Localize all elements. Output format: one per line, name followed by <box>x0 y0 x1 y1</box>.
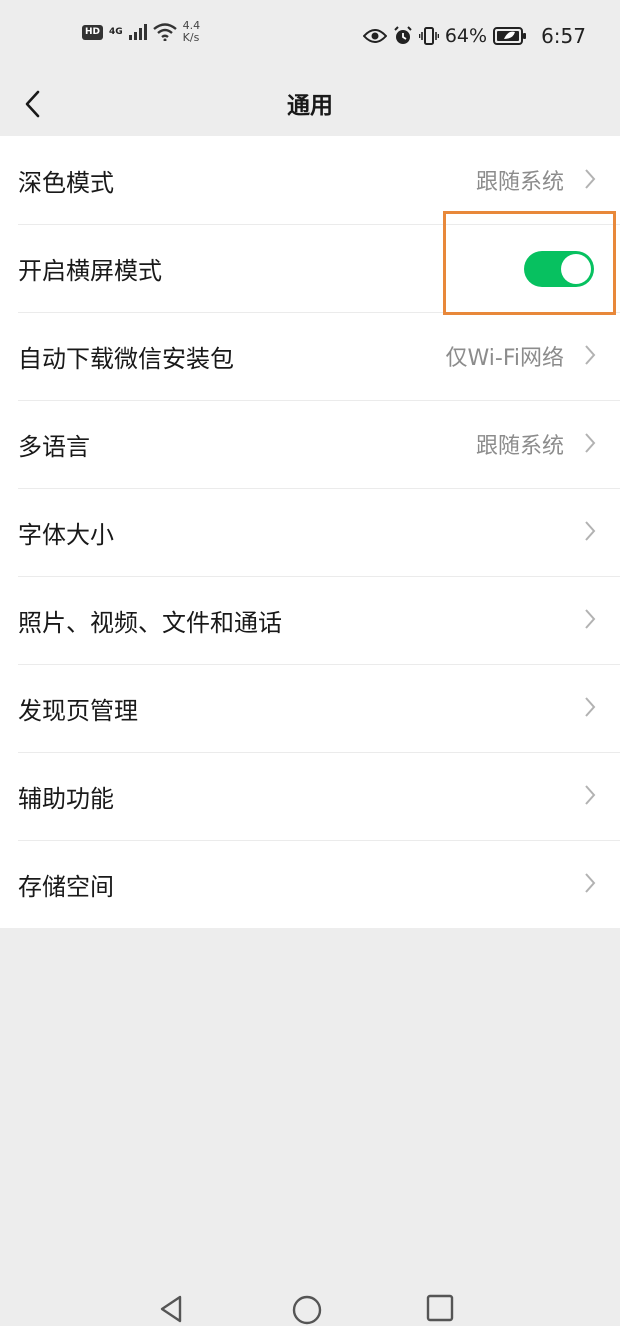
network-speed: 4.4 K/s <box>183 20 201 44</box>
setting-label: 深色模式 <box>18 168 114 197</box>
setting-auto-download[interactable]: 自动下载微信安装包 仅Wi-Fi网络 <box>0 312 620 400</box>
system-nav-bar <box>0 1280 620 1325</box>
status-left: HD 4G 4.4 K/s <box>82 20 200 44</box>
toggle-knob <box>561 254 591 284</box>
nav-header: 通用 <box>0 72 620 136</box>
setting-dark-mode[interactable]: 深色模式 跟随系统 <box>0 136 620 224</box>
setting-label: 辅助功能 <box>18 784 114 813</box>
chevron-right-icon <box>585 169 596 189</box>
chevron-right-icon <box>585 609 596 629</box>
setting-language[interactable]: 多语言 跟随系统 <box>0 400 620 488</box>
setting-font-size[interactable]: 字体大小 <box>0 488 620 576</box>
cellular-signal-icon <box>128 24 147 40</box>
setting-label: 存储空间 <box>18 872 114 901</box>
chevron-right-icon <box>585 433 596 453</box>
page-title: 通用 <box>287 93 333 119</box>
eye-icon <box>362 29 387 43</box>
setting-value: 跟随系统 <box>475 434 564 459</box>
setting-label: 自动下载微信安装包 <box>18 344 234 373</box>
battery-icon <box>493 27 527 45</box>
status-right: 64% 6:57 <box>362 24 586 48</box>
setting-label: 多语言 <box>18 432 90 461</box>
nav-home-icon[interactable] <box>291 1294 323 1326</box>
setting-media-files-calls[interactable]: 照片、视频、文件和通话 <box>0 576 620 664</box>
network-speed-unit: K/s <box>182 31 200 44</box>
setting-label: 照片、视频、文件和通话 <box>18 608 282 637</box>
setting-label: 开启横屏模式 <box>18 256 162 285</box>
setting-value: 仅Wi-Fi网络 <box>445 346 565 371</box>
setting-accessibility[interactable]: 辅助功能 <box>0 752 620 840</box>
chevron-right-icon <box>585 697 596 717</box>
chevron-right-icon <box>585 521 596 541</box>
setting-discover-management[interactable]: 发现页管理 <box>0 664 620 752</box>
setting-label: 发现页管理 <box>18 696 138 725</box>
nav-recents-icon[interactable] <box>426 1294 454 1322</box>
wifi-icon <box>152 23 177 41</box>
landscape-mode-toggle[interactable] <box>524 251 594 287</box>
nav-back-icon[interactable] <box>156 1294 186 1324</box>
settings-list: 深色模式 跟随系统 开启横屏模式 自动下载微信安装包 仅Wi-Fi网络 多语言 … <box>0 136 620 928</box>
battery-percent: 64% <box>444 25 488 47</box>
alarm-icon <box>394 26 412 44</box>
vibrate-icon <box>418 27 439 45</box>
chevron-right-icon <box>585 873 596 893</box>
clock: 6:57 <box>541 24 586 48</box>
setting-label: 字体大小 <box>18 520 114 549</box>
status-bar: HD 4G 4.4 K/s 64% 6:57 <box>0 0 620 72</box>
setting-landscape-mode: 开启横屏模式 <box>0 224 620 312</box>
chevron-right-icon <box>585 345 596 365</box>
chevron-right-icon <box>585 785 596 805</box>
setting-value: 跟随系统 <box>475 170 564 195</box>
hd-badge: HD <box>82 24 104 40</box>
network-type: 4G <box>109 26 123 37</box>
setting-storage[interactable]: 存储空间 <box>0 840 620 928</box>
